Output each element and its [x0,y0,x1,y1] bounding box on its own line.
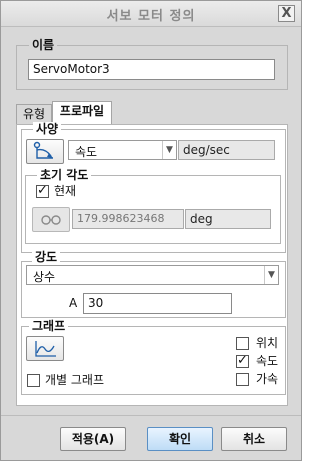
measure-angle-button[interactable] [32,207,70,232]
servo-motor-dialog: 서보 모터 정의 X 이름 ServoMotor3 유형 프로파일 사양 속도 … [0,0,302,461]
spec-quantity-select[interactable]: 속도 ▼ [68,140,177,160]
chevron-down-icon: ▼ [264,266,278,284]
show-graph-button[interactable] [26,336,64,361]
current-angle-label: 현재 [54,184,77,198]
initial-angle-legend: 초기 각도 [37,168,92,182]
graph-position-checkbox[interactable] [236,337,249,350]
graph-velocity-checkbox[interactable] [236,353,249,368]
name-field[interactable]: ServoMotor3 [28,59,275,80]
separate-graph-checkbox[interactable] [27,374,40,387]
glasses-icon [41,215,61,225]
spec-unit-field: deg/sec [178,140,275,160]
window-title: 서보 모터 정의 [106,9,196,24]
angle-unit-field: deg [185,209,271,229]
graph-acceleration-checkbox[interactable] [236,373,249,386]
chevron-down-icon: ▼ [162,141,176,159]
spec-icon-button[interactable] [26,139,64,164]
param-a-label: A [69,296,78,310]
param-a-field[interactable]: 30 [83,293,232,314]
graph-icon [35,341,56,357]
magnitude-type-select[interactable]: 상수 ▼ [26,265,279,285]
angle-value-field: 179.998623468 [72,209,184,229]
graph-velocity-label: 속도 [256,354,279,368]
apply-button[interactable]: 적용(A) [60,427,126,451]
graph-legend: 그래프 [29,319,69,333]
magnitude-legend: 강도 [32,250,61,264]
spec-legend: 사양 [33,122,62,136]
separate-graph-label: 개별 그래프 [45,373,105,387]
spec-quantity-value: 속도 [75,145,98,159]
name-legend: 이름 [29,38,58,52]
ok-button[interactable]: 확인 [147,427,213,451]
cancel-button[interactable]: 취소 [221,427,287,451]
motion-profile-icon [33,141,53,159]
graph-acceleration-label: 가속 [256,372,279,386]
title-bar: 서보 모터 정의 X [1,1,301,27]
divider [1,415,301,416]
magnitude-type-value: 상수 [33,270,56,284]
close-icon[interactable]: X [278,5,295,22]
graph-position-label: 위치 [256,336,279,350]
current-angle-checkbox[interactable] [36,183,49,198]
